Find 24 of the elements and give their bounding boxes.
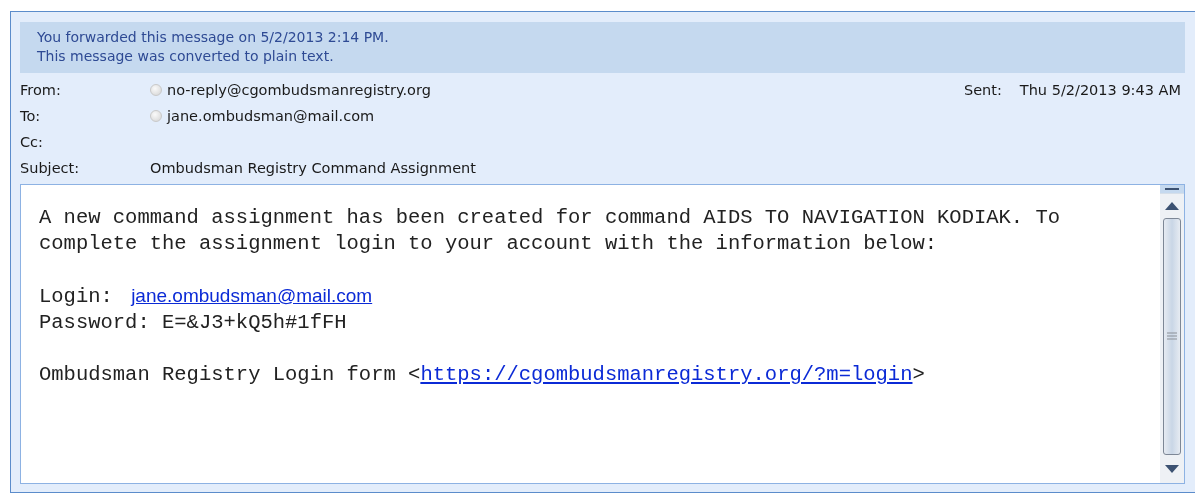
scroll-down-icon[interactable] (1165, 465, 1179, 473)
presence-icon (150, 84, 162, 96)
field-label: Cc: (20, 134, 44, 150)
split-handle[interactable] (1160, 185, 1184, 194)
login-form-line: Ombudsman Registry Login form <https://cgombudsmanregistry.org/?m=login> (39, 362, 926, 388)
login-line: Login: jane.ombudsman@mail.com (39, 284, 374, 310)
scroll-thumb[interactable] (1163, 218, 1181, 455)
field-label: Subject: (20, 160, 81, 176)
info-text: You forwarded this message on 5/2/2013 2:14 PM. (37, 28, 390, 47)
contact-address[interactable]: no-reply@cgombudsmanregistry.org (167, 82, 431, 98)
login-link[interactable]: https://cgombudsmanregistry.org/?m=login (420, 363, 913, 386)
field-value: Ombudsman Registry Command Assignment (150, 160, 476, 176)
field-label: To: (20, 108, 42, 124)
sent-date: Thu 5/2/2013 9:43 AM (1019, 82, 1181, 98)
scroll-up-icon[interactable] (1165, 202, 1179, 210)
email-link[interactable]: jane.ombudsman@mail.com (131, 285, 373, 306)
field-label: From: (20, 82, 62, 98)
sent-label: Sent: (963, 82, 1002, 98)
scrollbar[interactable] (1160, 185, 1184, 483)
body-paragraph: A new command assignment has been created for command AIDS TO NAVIGATION KODIAK. To complete the assignment login to your account with the information below: (39, 205, 1062, 257)
info-text: This message was converted to plain text. (37, 47, 335, 66)
presence-icon (150, 110, 162, 122)
contact-address[interactable]: jane.ombudsman@mail.com (167, 108, 375, 124)
password-line: Password: E=&J3+kQ5h#1fFH (39, 310, 348, 336)
